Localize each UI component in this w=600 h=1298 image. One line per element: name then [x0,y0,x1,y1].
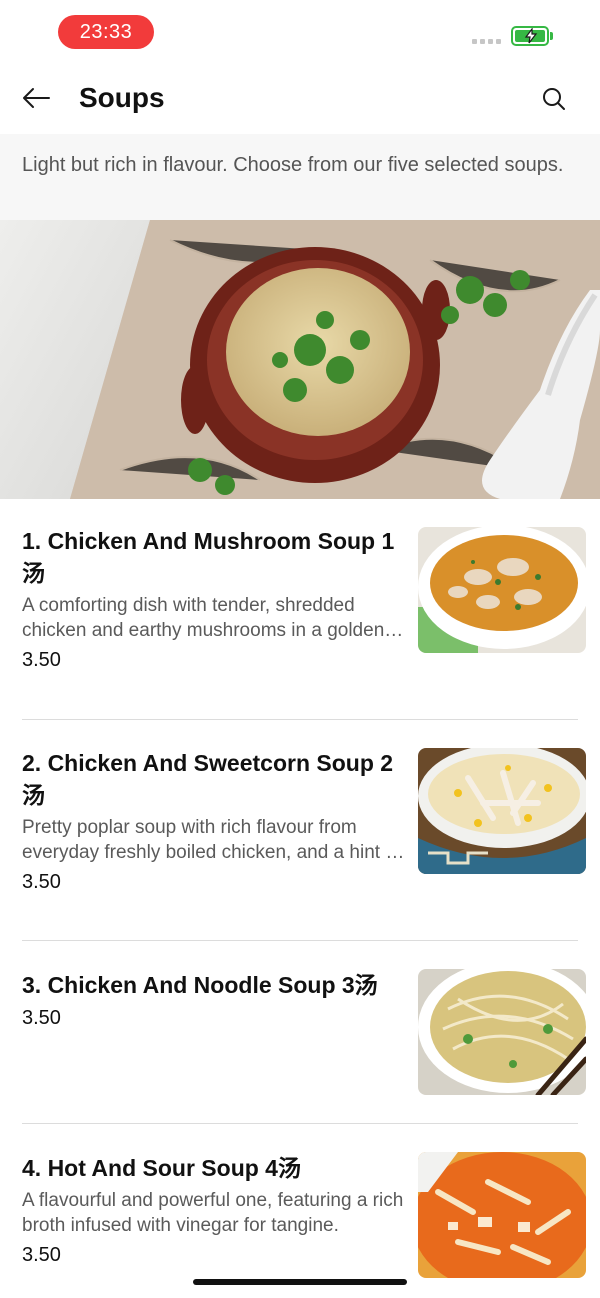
search-icon [543,88,565,110]
item-image [418,969,586,1095]
category-hero-image [0,220,600,499]
item-description: A flavourful and powerful one, featuring… [22,1190,404,1236]
page-title: Soups [79,82,165,113]
item-price: 3.50 [22,649,61,671]
top-app-bar: Soups [0,64,600,134]
battery-cap [550,32,553,40]
divider [22,719,578,720]
item-name: 3. Chicken And Noodle Soup 3汤 [22,972,378,998]
item-name: 1. Chicken And Mushroom Soup 1汤 [22,528,395,586]
menu-item-text: 4. Hot And Sour Soup 4汤 A flavourful and… [22,1152,414,1267]
back-button[interactable] [18,82,54,114]
status-time: 23:33 [58,15,154,49]
item-image [418,1152,586,1278]
search-button[interactable] [536,82,572,116]
arrow-left-icon [23,88,50,108]
item-image [418,748,586,874]
item-price: 3.50 [22,871,61,893]
item-description: Pretty poplar soup with rich flavour fro… [22,817,402,863]
item-name: 2. Chicken And Sweetcorn Soup 2汤 [22,750,394,808]
signal-icon [472,39,501,44]
item-description: A comforting dish with tender, shredded … [22,595,385,641]
menu-item[interactable]: 1. Chicken And Mushroom Soup 1汤 A comfor… [0,525,600,719]
home-indicator[interactable] [193,1279,407,1285]
menu-item[interactable]: 4. Hot And Sour Soup 4汤 A flavourful and… [0,1152,600,1298]
divider [22,1123,578,1124]
item-price: 3.50 [22,1244,61,1266]
menu-item-text: 1. Chicken And Mushroom Soup 1汤 A comfor… [22,525,414,672]
item-image [418,527,586,653]
category-description: Light but rich in flavour. Choose from o… [22,154,564,176]
battery-icon [511,26,549,46]
divider [22,940,578,941]
menu-item[interactable]: 3. Chicken And Noodle Soup 3汤 3.50 [0,969,600,1123]
menu-item[interactable]: 2. Chicken And Sweetcorn Soup 2汤 Pretty … [0,747,600,941]
item-price: 3.50 [22,1007,61,1029]
status-bar: 23:33 [0,0,600,64]
category-description-band: Light but rich in flavour. Choose from o… [0,134,600,220]
menu-item-text: 3. Chicken And Noodle Soup 3汤 3.50 [22,969,414,1030]
item-name: 4. Hot And Sour Soup 4汤 [22,1155,301,1181]
menu-item-text: 2. Chicken And Sweetcorn Soup 2汤 Pretty … [22,747,414,894]
